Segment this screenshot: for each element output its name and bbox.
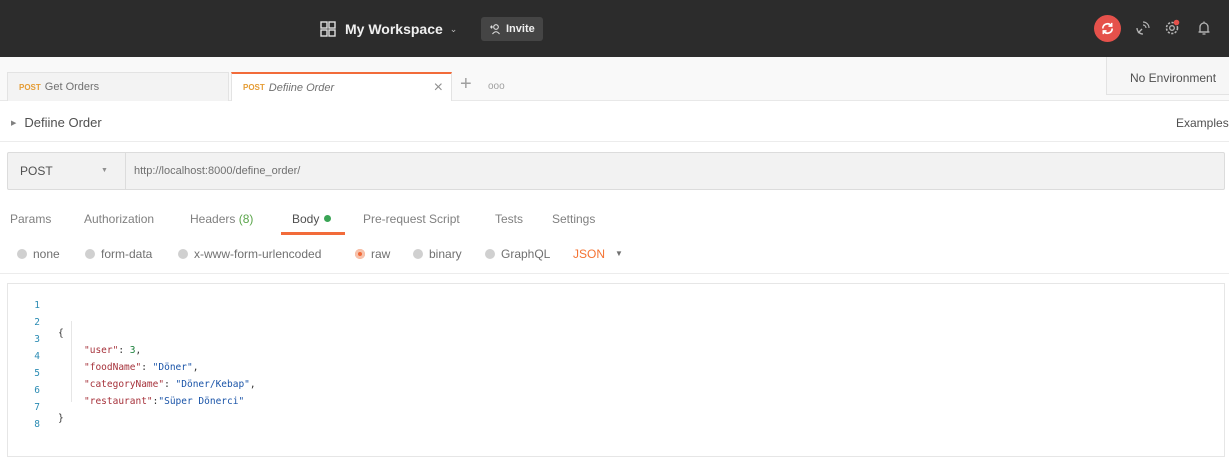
- open-brace: {: [58, 328, 64, 339]
- radio-raw[interactable]: raw: [355, 247, 390, 261]
- radio-label: form-data: [101, 247, 153, 261]
- tab-headers[interactable]: Headers (8): [190, 212, 253, 226]
- tab-tests[interactable]: Tests: [495, 212, 523, 226]
- environment-selector[interactable]: No Environment: [1106, 57, 1229, 95]
- tab-settings[interactable]: Settings: [552, 212, 595, 226]
- radio-binary[interactable]: binary: [413, 247, 462, 261]
- radio-circle-icon: [485, 249, 495, 259]
- sync-button[interactable]: [1094, 15, 1121, 42]
- workspace-name: My Workspace: [345, 21, 443, 37]
- tab-pre-request-script[interactable]: Pre-request Script: [363, 212, 460, 226]
- code-line: 2 {: [8, 306, 63, 339]
- close-brace: }: [58, 413, 64, 424]
- active-tab-underline: [281, 232, 345, 235]
- code-line: 1: [8, 289, 40, 311]
- method-select[interactable]: POST ▼: [8, 153, 126, 189]
- body-label: Body: [292, 212, 320, 226]
- radio-graphql[interactable]: GraphQL: [485, 247, 550, 261]
- method-value: POST: [20, 164, 53, 178]
- json-key: "foodName": [84, 362, 142, 373]
- json-value: "Süper Dönerci": [158, 396, 245, 407]
- tab-get-orders[interactable]: POST Get Orders: [7, 72, 229, 101]
- json-entry: "user": 3,: [84, 345, 141, 356]
- tab-defiine-order[interactable]: POST Defiine Order ×: [231, 72, 452, 101]
- chevron-down-icon[interactable]: ▼: [615, 249, 623, 258]
- radio-label: binary: [429, 247, 462, 261]
- line-number: 8: [34, 419, 40, 430]
- radio-form-data[interactable]: form-data: [85, 247, 152, 261]
- workspace-switcher[interactable]: My Workspace ⌄: [320, 17, 457, 41]
- indent-guide: [71, 321, 72, 402]
- workspace-grid-icon: [320, 21, 336, 37]
- radio-label: GraphQL: [501, 247, 551, 261]
- json-sep: :: [164, 379, 176, 390]
- code-line: 3 "user": 3,: [8, 323, 141, 356]
- divider: [0, 273, 1229, 274]
- radio-circle-icon: [17, 249, 27, 259]
- radio-circle-icon: [85, 249, 95, 259]
- invite-label: Invite: [506, 23, 535, 35]
- radio-selected-icon: [355, 249, 365, 259]
- tab-body[interactable]: Body: [292, 212, 332, 226]
- url-bar: POST ▼ http://localhost:8000/define_orde…: [7, 152, 1225, 190]
- radio-circle-icon: [178, 249, 188, 259]
- examples-link[interactable]: Examples: [1176, 116, 1229, 130]
- headers-label: Headers: [190, 212, 236, 226]
- radio-none[interactable]: none: [17, 247, 60, 261]
- divider: [0, 141, 1229, 142]
- json-key: "restaurant": [84, 396, 153, 407]
- radio-label: none: [33, 247, 60, 261]
- settings-icon[interactable]: [1163, 19, 1181, 37]
- invite-button[interactable]: Invite: [481, 17, 543, 41]
- add-person-icon: [490, 24, 500, 35]
- top-bar: My Workspace ⌄ Invite: [0, 0, 1229, 57]
- request-tab-bar: POST Get Orders POST Defiine Order × + o…: [0, 57, 1229, 101]
- url-input[interactable]: http://localhost:8000/define_order/: [134, 165, 300, 177]
- request-name-row[interactable]: ▶ Defiine Order: [11, 115, 102, 130]
- json-value: "Döner/Kebap": [175, 379, 250, 390]
- code-line: 4 "foodName": "Döner",: [8, 340, 198, 373]
- tab-method-badge: POST: [19, 82, 41, 92]
- json-trail: ,: [192, 362, 199, 373]
- json-entry: "categoryName": "Döner/Kebap",: [84, 379, 256, 390]
- tab-params[interactable]: Params: [10, 212, 51, 226]
- radio-label: raw: [371, 247, 391, 261]
- radio-circle-icon: [413, 249, 423, 259]
- radio-label: x-www-form-urlencoded: [194, 247, 322, 261]
- close-tab-icon[interactable]: ×: [434, 79, 443, 97]
- body-active-dot: [324, 215, 332, 222]
- sync-icon: [1101, 22, 1114, 35]
- code-line: 8: [8, 408, 40, 430]
- json-key: "user": [84, 345, 119, 356]
- tab-title: Get Orders: [44, 81, 100, 93]
- headers-count: (8): [238, 212, 254, 226]
- code-line: 5 "categoryName": "Döner/Kebap",: [8, 357, 255, 390]
- tab-authorization[interactable]: Authorization: [84, 212, 154, 226]
- tab-title: Defiine Order: [268, 81, 335, 94]
- json-value: "Döner": [152, 362, 193, 373]
- body-editor[interactable]: 1 2 { 3 "user": 3, 4 "foodName": "Döner"…: [7, 283, 1225, 457]
- body-format-select[interactable]: JSON: [573, 247, 605, 261]
- satellite-icon[interactable]: [1134, 19, 1152, 37]
- bell-icon[interactable]: [1195, 19, 1213, 37]
- json-key: "categoryName": [84, 379, 165, 390]
- new-tab-button[interactable]: +: [460, 73, 472, 96]
- more-tabs-icon[interactable]: ooo: [488, 81, 505, 92]
- chevron-down-icon: ▼: [101, 167, 108, 174]
- json-entry: "foodName": "Döner",: [84, 362, 198, 373]
- request-name: Defiine Order: [24, 115, 102, 130]
- json-entry: "restaurant":"Süper Dönerci": [84, 396, 244, 407]
- json-trail: ,: [135, 345, 142, 356]
- json-trail: ,: [249, 379, 256, 390]
- tab-method-badge: POST: [243, 83, 265, 92]
- json-sep: :: [141, 362, 153, 373]
- code-line: 7 }: [8, 391, 63, 424]
- chevron-down-icon: ⌄: [449, 23, 458, 34]
- json-sep: :: [118, 345, 130, 356]
- code-line: 6 "restaurant":"Süper Dönerci": [8, 374, 244, 407]
- radio-x-www-form-urlencoded[interactable]: x-www-form-urlencoded: [178, 247, 321, 261]
- expand-triangle-icon[interactable]: ▶: [11, 119, 16, 127]
